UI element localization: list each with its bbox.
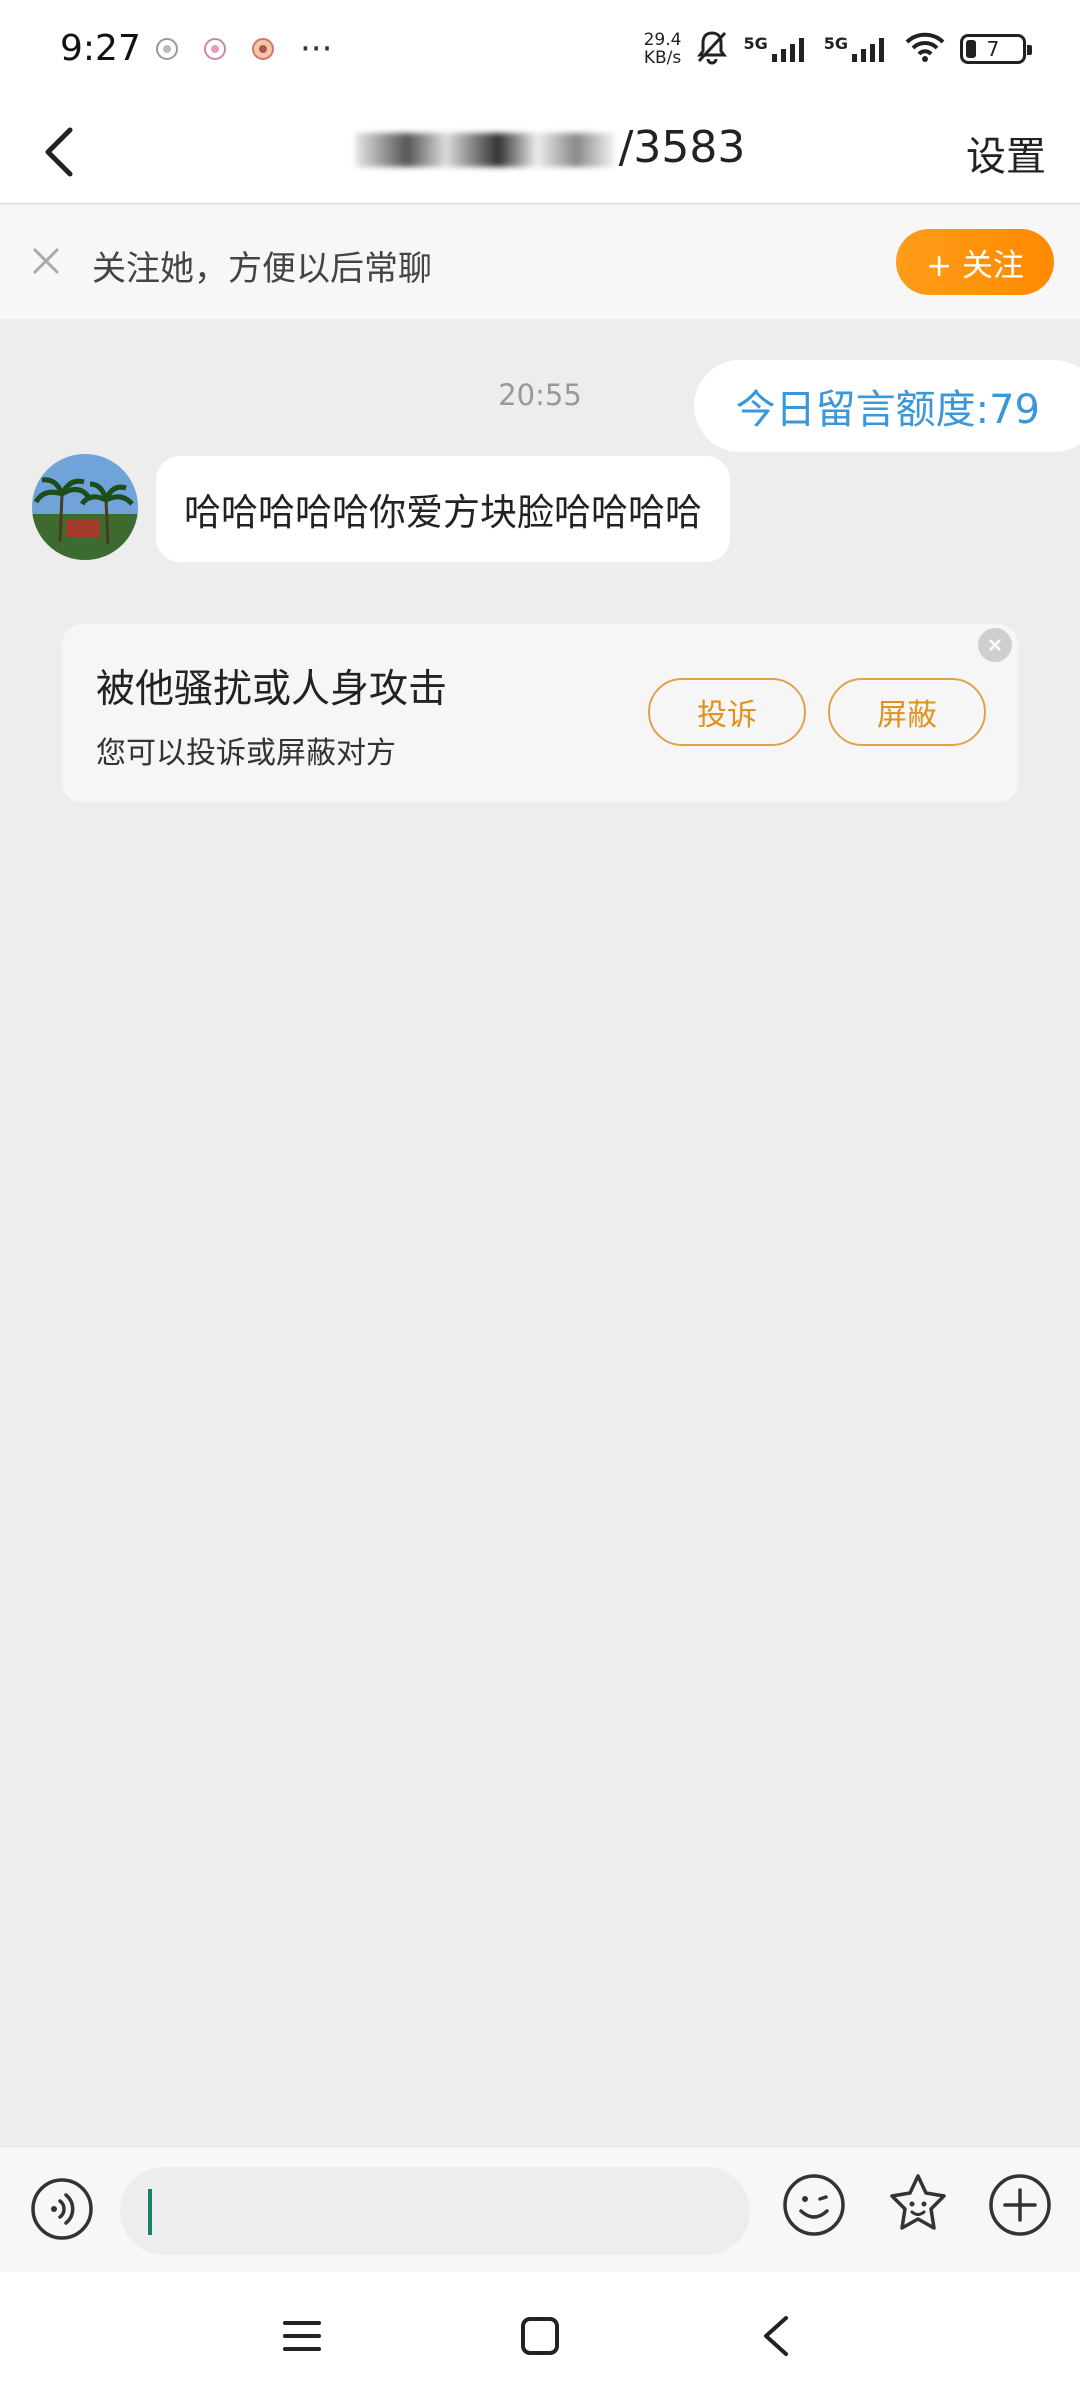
status-notification-icons: ···: [152, 29, 333, 69]
block-button[interactable]: 屏蔽: [828, 678, 986, 746]
home-button[interactable]: [520, 2316, 560, 2356]
close-icon: [32, 247, 60, 275]
settings-button[interactable]: 设置: [966, 124, 1046, 182]
report-card-subtitle: 您可以投诉或屏蔽对方: [96, 736, 396, 771]
sticker-icon: [890, 2174, 946, 2230]
report-card-title: 被他骚扰或人身攻击: [96, 667, 448, 712]
message-quota-badge: 今日留言额度:79: [693, 360, 1080, 452]
home-icon: [521, 2317, 559, 2355]
network-speed: 29.4 KB/s: [643, 30, 682, 68]
more-notifications-icon: ···: [300, 29, 333, 69]
emoji-button[interactable]: [782, 2173, 846, 2237]
recent-apps-button[interactable]: [282, 2318, 322, 2354]
notification-app-icon: [152, 34, 182, 64]
voice-icon: [31, 2178, 93, 2240]
text-caret: [148, 2189, 152, 2235]
sticker-button[interactable]: [884, 2171, 952, 2239]
back-button[interactable]: [28, 120, 92, 184]
signal-5g-icon: 5G: [743, 34, 809, 64]
received-message-bubble[interactable]: 哈哈哈哈哈你爱方块脸哈哈哈哈: [156, 456, 730, 562]
plus-icon: [989, 2174, 1051, 2236]
wifi-icon: [904, 31, 946, 67]
status-system-icons: 29.4 KB/s 5G 5G 7: [643, 24, 1032, 74]
redacted-name: [354, 133, 615, 167]
emoji-icon: [783, 2174, 845, 2236]
close-icon: [989, 639, 1001, 651]
complain-button[interactable]: 投诉: [648, 678, 806, 746]
message-input[interactable]: [120, 2167, 750, 2255]
report-harassment-card: 被他骚扰或人身攻击 您可以投诉或屏蔽对方 投诉 屏蔽: [62, 624, 1018, 802]
follow-banner: 关注她，方便以后常聊 + 关注: [0, 205, 1080, 319]
follow-prompt-text: 关注她，方便以后常聊: [92, 249, 432, 289]
close-report-card-button[interactable]: [978, 628, 1012, 662]
signal-5g-icon: 5G: [824, 34, 890, 64]
message-input-bar: [0, 2146, 1080, 2272]
dismiss-follow-button[interactable]: [28, 243, 64, 279]
status-bar: 9:27 ··· 29.4 KB/s 5G 5G 7: [0, 0, 1080, 100]
chat-header: /3583 设置: [0, 100, 1080, 204]
menu-icon: [283, 2321, 321, 2351]
back-arrow-icon: [45, 127, 73, 177]
page-title: /3583: [320, 122, 780, 173]
system-nav-bar: [0, 2272, 1080, 2400]
mute-bell-icon: [695, 29, 729, 69]
more-actions-button[interactable]: [988, 2173, 1052, 2237]
system-back-button[interactable]: [756, 2314, 796, 2358]
nav-back-icon: [764, 2316, 788, 2356]
voice-input-button[interactable]: [30, 2177, 94, 2241]
notification-app-icon: [200, 34, 230, 64]
avatar[interactable]: [32, 454, 138, 560]
battery-icon: 7: [960, 34, 1032, 64]
status-time: 9:27: [60, 28, 141, 69]
follow-button[interactable]: + 关注: [896, 229, 1054, 295]
notification-app-icon: [248, 34, 278, 64]
